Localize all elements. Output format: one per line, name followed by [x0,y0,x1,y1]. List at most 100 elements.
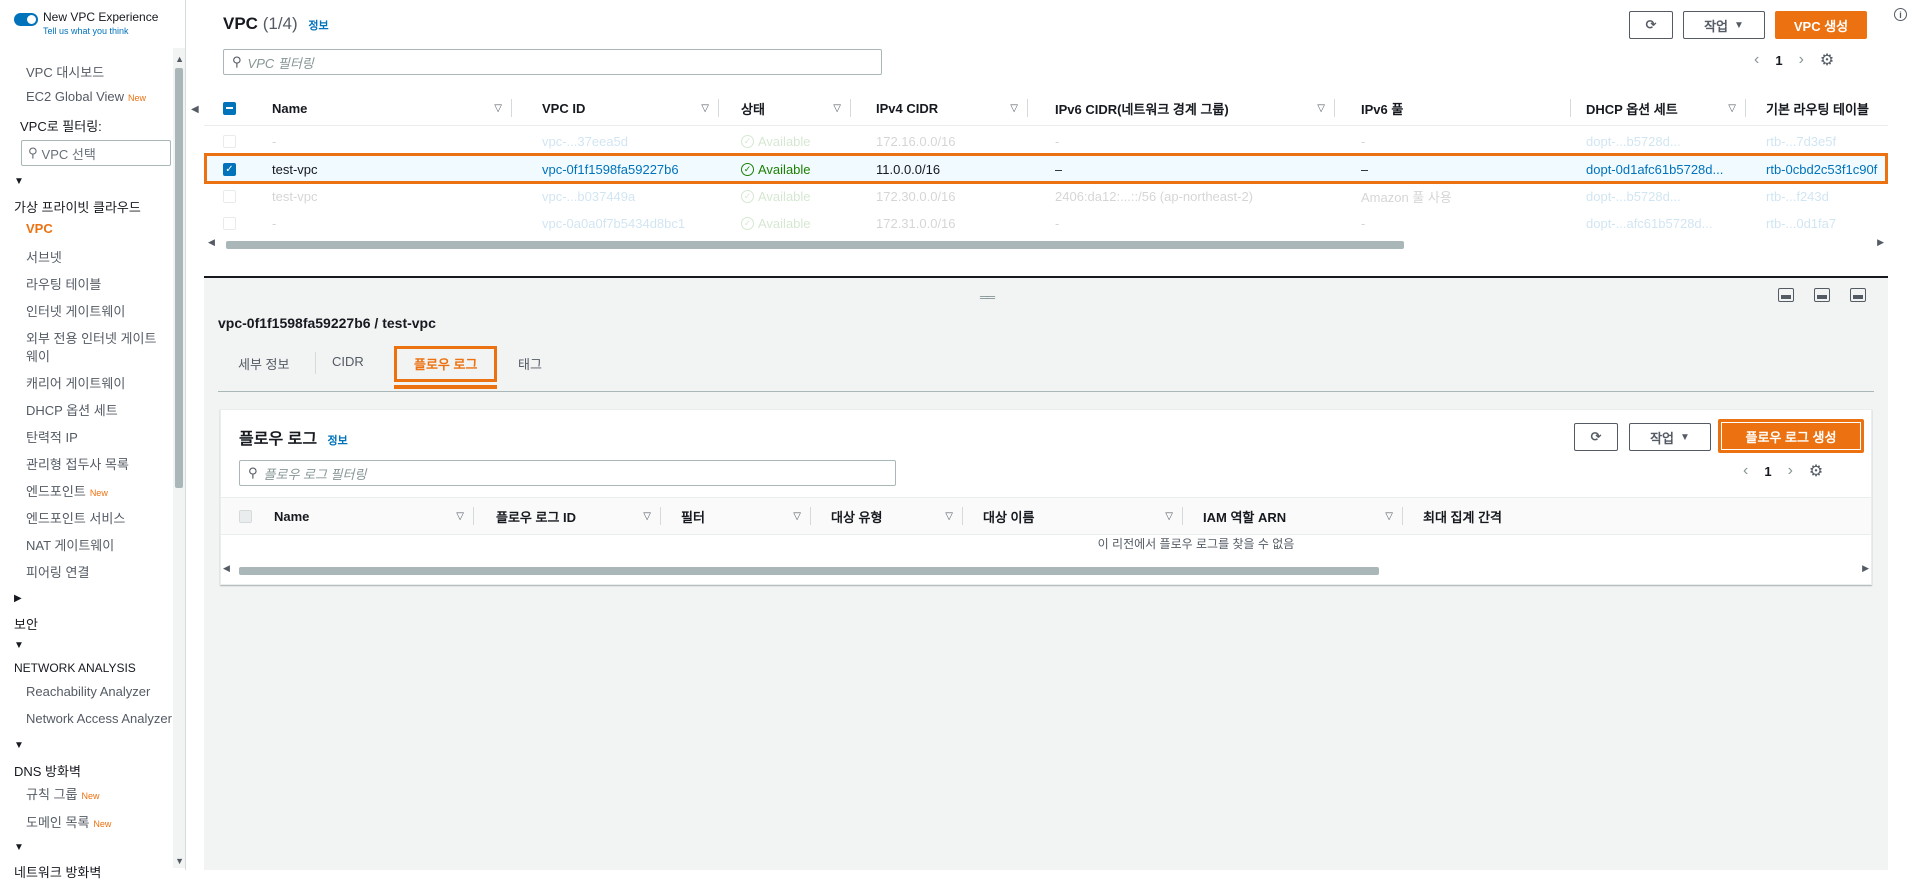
table-row[interactable]: test-vpc vpc-...b037449a ✓ Available 172.… [204,185,1888,207]
row-rtb-link[interactable]: rtb-...7d3e5f [1766,130,1888,152]
gear-icon[interactable]: ⚙ [1809,461,1823,481]
flow-log-table-hscrollbar[interactable]: ◀ ▶ [223,563,1869,577]
sidebar-item-nat-gateways[interactable]: NAT 게이트웨이 [26,535,114,554]
chevron-right-icon[interactable]: › [1788,462,1793,480]
section-network-analysis[interactable]: NETWORK ANALYSIS [14,661,136,675]
row-rtb-link[interactable]: rtb-...0d1fa7 [1766,212,1888,234]
page-number[interactable]: 1 [1775,53,1782,68]
collapse-sidebar-icon[interactable]: ◀ [191,104,199,115]
row-rtb-link[interactable]: rtb-...f243d [1766,185,1888,207]
create-vpc-button[interactable]: VPC 생성 [1775,11,1867,39]
scroll-down-icon[interactable]: ▼ [175,856,184,866]
column-header-state[interactable]: 상태 ▽ [741,90,851,126]
hscroll-thumb[interactable] [239,567,1379,575]
scroll-up-icon[interactable]: ▲ [175,54,184,64]
actions-button[interactable]: 작업 ▼ [1683,11,1765,39]
scroll-left-icon[interactable]: ◀ [208,237,215,248]
sidebar-item-egress-only-igw-cont[interactable]: 웨이 [26,346,50,365]
sidebar-item-domain-lists[interactable]: 도메인 목록 New [26,812,111,831]
sort-icon[interactable]: ▽ [1165,511,1173,522]
caret-down-icon[interactable]: ▼ [14,176,24,187]
sidebar-item-carrier-gateways[interactable]: 캐리어 게이트웨이 [26,373,125,392]
vpc-table-hscrollbar[interactable]: ◀ ▶ [208,237,1884,251]
sort-icon[interactable]: ▽ [793,511,801,522]
sidebar-scrollbar[interactable] [173,48,185,868]
sort-icon[interactable]: ▽ [833,103,841,114]
caret-down-icon[interactable]: ▼ [14,842,24,853]
actions-button[interactable]: 작업 ▼ [1629,423,1711,451]
info-icon[interactable]: i [1894,8,1907,21]
sort-icon[interactable]: ▽ [1385,511,1393,522]
sort-icon[interactable]: ▽ [494,103,502,114]
column-header-filter[interactable]: 필터 ▽ [681,498,811,534]
refresh-button[interactable]: ⟳ [1574,423,1618,451]
select-all-checkbox[interactable] [223,101,236,115]
sort-icon[interactable]: ▽ [1010,103,1018,114]
tab-cidr[interactable]: CIDR [332,354,364,369]
chevron-right-icon[interactable]: › [1799,51,1804,69]
info-link[interactable]: 정보 [308,20,328,32]
column-header-dhcp-options[interactable]: DHCP 옵션 세트 ▽ [1586,90,1746,126]
sort-icon[interactable]: ▽ [945,511,953,522]
sort-icon[interactable]: ▽ [1317,103,1325,114]
gear-icon[interactable]: ⚙ [1820,50,1834,70]
column-header-name[interactable]: Name ▽ [274,498,474,534]
sidebar-scroll-thumb[interactable] [175,68,183,488]
section-dns-firewall[interactable]: DNS 방화벽 [14,761,81,780]
table-row-selected[interactable]: ✓ test-vpc vpc-0f1f1598fa59227b6 ✓ Availa… [204,158,1888,180]
sidebar-item-rule-groups[interactable]: 규칙 그룹 New [26,784,99,803]
row-checkbox[interactable] [223,134,236,148]
sidebar-item-endpoint-services[interactable]: 엔드포인트 서비스 [26,508,125,527]
row-checkbox[interactable] [223,216,236,230]
drag-handle-icon[interactable]: ══ [980,290,995,304]
sort-icon[interactable]: ▽ [643,511,651,522]
column-header-name[interactable]: Name ▽ [272,90,512,126]
column-header-max-aggregation-interval[interactable]: 최대 집계 간격 [1423,498,1573,534]
row-checkbox[interactable] [223,189,236,203]
tab-tags[interactable]: 태그 [518,354,542,373]
sidebar-item-subnets[interactable]: 서브넷 [26,247,62,266]
caret-right-icon[interactable]: ▶ [14,593,22,604]
chevron-left-icon[interactable]: ‹ [1754,51,1759,69]
sidebar-item-peering-connections[interactable]: 피어링 연결 [26,562,89,581]
sidebar-item-network-access-analyzer[interactable]: Network Access Analyzer [26,711,172,726]
scroll-right-icon[interactable]: ▶ [1877,237,1884,248]
scroll-left-icon[interactable]: ◀ [223,563,230,574]
column-header-ipv4-cidr[interactable]: IPv4 CIDR ▽ [876,90,1028,126]
panel-bottom-icon[interactable] [1778,288,1794,302]
sidebar-item-vpc-dashboard[interactable]: VPC 대시보드 [26,62,104,81]
flow-log-filter-input[interactable]: ⚲ 플로우 로그 필터링 [239,460,896,486]
vpc-filter-input[interactable]: ⚲ VPC 필터링 [223,49,882,75]
sidebar-item-managed-prefix-lists[interactable]: 관리형 접두사 목록 [26,454,129,473]
row-dhcp-link[interactable]: dopt-...afc61b5728d... [1586,212,1736,234]
row-checkbox[interactable]: ✓ [223,162,236,176]
section-vpc[interactable]: 가상 프라이빗 클라우드 [14,197,141,216]
sidebar-item-ec2-global-view[interactable]: EC2 Global View New [26,89,146,104]
caret-down-icon[interactable]: ▼ [14,740,24,751]
section-security[interactable]: 보안 [14,614,38,633]
sidebar-item-elastic-ips[interactable]: 탄력적 IP [26,427,78,446]
sidebar-item-internet-gateways[interactable]: 인터넷 게이트웨이 [26,301,125,320]
tab-details[interactable]: 세부 정보 [238,354,289,373]
table-row[interactable]: - vpc-0a0a0f7b5434d8bc1 ✓ Available 172.3… [204,212,1888,234]
row-vpc-id-link[interactable]: vpc-...37eea5d [542,130,722,152]
page-number[interactable]: 1 [1764,464,1771,479]
column-header-flow-log-id[interactable]: 플로우 로그 ID ▽ [496,498,661,534]
hscroll-thumb[interactable] [226,241,1404,249]
sort-icon[interactable]: ▽ [456,511,464,522]
column-header-destination-name[interactable]: 대상 이름 ▽ [983,498,1183,534]
row-dhcp-link[interactable]: dopt-0d1afc61b5728d... [1586,158,1736,180]
new-vpc-experience-toggle[interactable] [14,13,38,26]
row-vpc-id-link[interactable]: vpc-0f1f1598fa59227b6 [542,158,722,180]
panel-hide-icon[interactable] [1850,288,1866,302]
sidebar-item-reachability-analyzer[interactable]: Reachability Analyzer [26,684,150,699]
column-header-ipv6-pool[interactable]: IPv6 풀 [1361,90,1571,126]
table-row[interactable]: - vpc-...37eea5d ✓ Available 172.16.0.0/1… [204,130,1888,152]
column-header-vpc-id[interactable]: VPC ID ▽ [542,90,719,126]
panel-splitter[interactable] [204,276,1888,278]
vpc-select-input[interactable]: ⚲ VPC 선택 [21,140,171,166]
sort-icon[interactable]: ▽ [1728,103,1736,114]
row-dhcp-link[interactable]: dopt-...b5728d... [1586,185,1736,207]
sidebar-item-dhcp-option-sets[interactable]: DHCP 옵션 세트 [26,400,118,419]
tab-flow-logs[interactable]: 플로우 로그 [414,354,477,373]
